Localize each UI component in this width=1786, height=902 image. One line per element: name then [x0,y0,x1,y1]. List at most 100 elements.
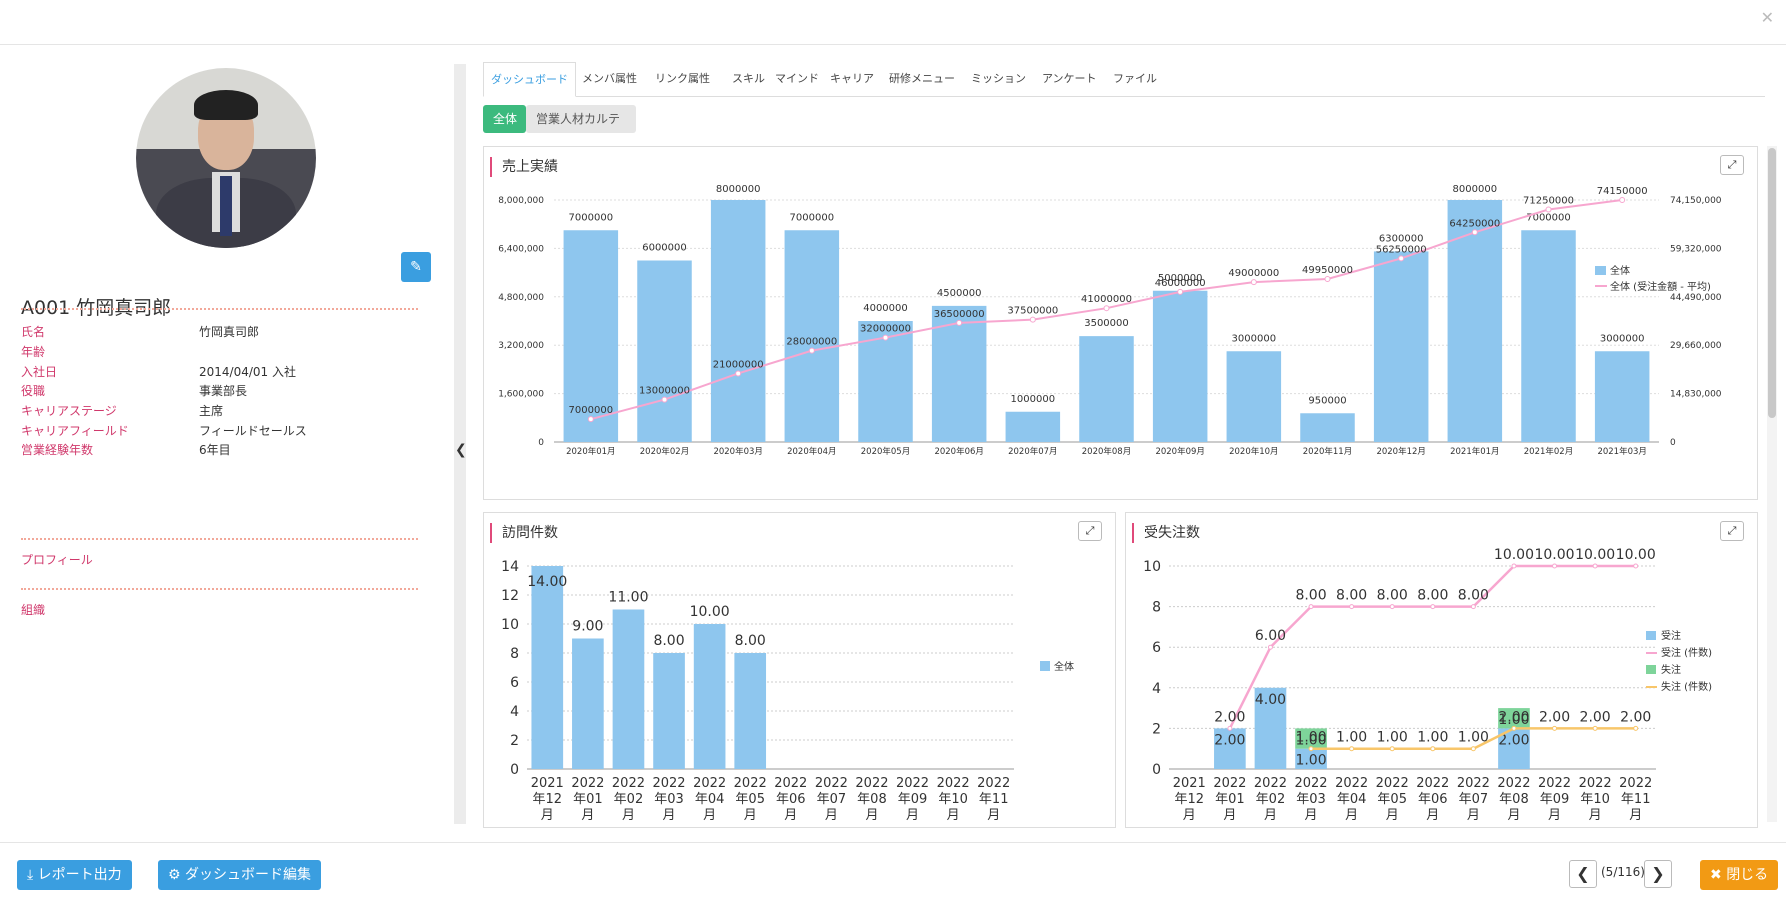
bar [1226,351,1282,442]
bar [637,260,692,442]
tab-mind[interactable]: マインド [768,62,826,97]
y-tick-label: 8 [1152,600,1161,616]
line-point [1389,604,1395,610]
collapse-handle[interactable]: ❮ [454,64,467,824]
line-value-label: 1.00 [1377,730,1408,746]
x-tick-label: 月 [865,808,878,823]
x-tick-label: 2022 [1538,776,1571,791]
line-point [1398,255,1405,262]
close-icon: ✖ [1710,867,1727,883]
divider [21,308,418,310]
x-tick-label: 2020年03月 [713,446,762,457]
tab-mission[interactable]: ミッション [964,62,1033,97]
bar [1005,411,1061,442]
subtab-all[interactable]: 全体 [483,105,526,133]
sales-chart: 0 1,600,000 3,200,000 4,800,000 6,400,000 8,0… [498,184,1722,457]
tab-training-menu[interactable]: 研修メニュー [882,62,962,97]
x-tick-label: 2020年01月 [566,446,615,457]
chevron-left-icon: ❮ [1576,864,1590,883]
bar [1447,200,1503,442]
y-right-tick-label: 74,150,000 [1670,196,1722,206]
organization-section-link[interactable]: 組織 [21,601,45,618]
orders-chart: 02468102021年12月2022年01月2022年02月2022年03月2… [1143,547,1712,823]
bar-value-label: 4.00 [1255,692,1286,708]
x-tick-label: 2022 [815,776,848,791]
legend-label: 受注 (件数) [1661,646,1712,659]
prev-button[interactable]: ❮ [1569,860,1597,888]
bar [693,624,726,769]
x-tick-label: 月 [1467,808,1480,823]
top-bar: ✕ [0,0,1786,45]
x-tick-label: 年03 [1296,792,1326,807]
line-point [1308,746,1314,752]
line-value-label: 2.00 [1620,709,1651,725]
footer-bar: ⤓ レポート出力 ⚙ ダッシュボード編集 ❮ (5/116) ❯ ✖ 閉じる [0,842,1786,902]
bar [653,653,685,769]
tab-skills[interactable]: スキル [725,62,772,97]
x-tick-label: 2022 [937,776,970,791]
bar-value-label: 3500000 [1084,318,1129,329]
x-tick-label: 月 [703,808,716,823]
line-value-label: 2.00 [1539,709,1570,725]
close-icon[interactable]: ✕ [1761,8,1774,27]
line-point [882,334,889,341]
line-point [1324,275,1331,282]
line-value-label: 8.00 [1377,588,1408,604]
close-button[interactable]: ✖ 閉じる [1700,860,1779,890]
line-value-label: 46000000 [1155,278,1206,289]
line-value-label: 2.00 [1498,709,1529,725]
line-point [1349,604,1355,610]
y-tick-label: 4 [510,704,519,720]
x-tick-label: 2022 [855,776,888,791]
line-point [1470,746,1476,752]
x-tick-label: 年07 [817,792,847,807]
x-tick-label: 年08 [1499,792,1529,807]
x-tick-label: 2020年09月 [1155,446,1204,457]
edit-profile-button[interactable]: ✎ [401,252,431,282]
legend-label: 受注 [1661,629,1681,642]
bar-value-label: 8.00 [653,633,684,649]
next-button[interactable]: ❯ [1644,860,1672,888]
pencil-icon: ✎ [410,259,422,275]
y-right-tick-label: 59,320,000 [1670,244,1722,254]
line-point [735,370,742,377]
tab-career[interactable]: キャリア [823,62,881,97]
tab-files[interactable]: ファイル [1106,62,1164,97]
line-point [808,347,815,354]
x-tick-label: 月 [1629,808,1642,823]
profile-section-link[interactable]: プロフィール [21,551,93,568]
line-value-label: 6.00 [1255,628,1286,644]
divider [21,538,418,540]
x-tick-label: 年09 [1540,792,1570,807]
line-value-label: 1.00 [1336,730,1367,746]
y-tick-label: 10 [1143,559,1161,575]
line-point [956,319,963,326]
main-scrollbar[interactable] [1767,146,1777,822]
line-point [1470,604,1476,610]
bar [612,609,645,769]
tab-member-attributes[interactable]: メンバ属性 [575,62,644,97]
bar [531,566,564,769]
x-tick-label: 年10 [938,792,968,807]
bar [734,653,767,769]
y-right-tick-label: 44,490,000 [1670,293,1722,303]
x-tick-label: 2020年11月 [1303,446,1352,457]
line-value-label: 1.00 [1417,730,1448,746]
x-tick-label: 月 [1548,808,1561,823]
dashboard-edit-button[interactable]: ⚙ ダッシュボード編集 [158,860,322,890]
employee-name: A001 竹岡真司郎 [21,297,172,319]
tab-link-attributes[interactable]: リンク属性 [648,62,717,97]
tab-dashboard[interactable]: ダッシュボード [483,62,576,97]
line-value-label: 10.00 [1616,547,1656,563]
report-export-button[interactable]: ⤓ レポート出力 [17,860,132,890]
tab-bar: ダッシュボード メンバ属性 リンク属性 スキル マインド キャリア 研修メニュー… [483,62,1765,97]
y-tick-label: 14 [501,559,519,575]
subtab-sales-karte[interactable]: 営業人材カルテ [526,105,636,133]
bar-value-label: 4500000 [937,288,982,299]
line-value-label: 49950000 [1302,265,1353,276]
x-tick-label: 年09 [898,792,928,807]
line-value-label: 71250000 [1523,195,1574,206]
line-point [1103,305,1110,312]
scrollbar-thumb[interactable] [1768,148,1776,418]
tab-survey[interactable]: アンケート [1035,62,1104,97]
